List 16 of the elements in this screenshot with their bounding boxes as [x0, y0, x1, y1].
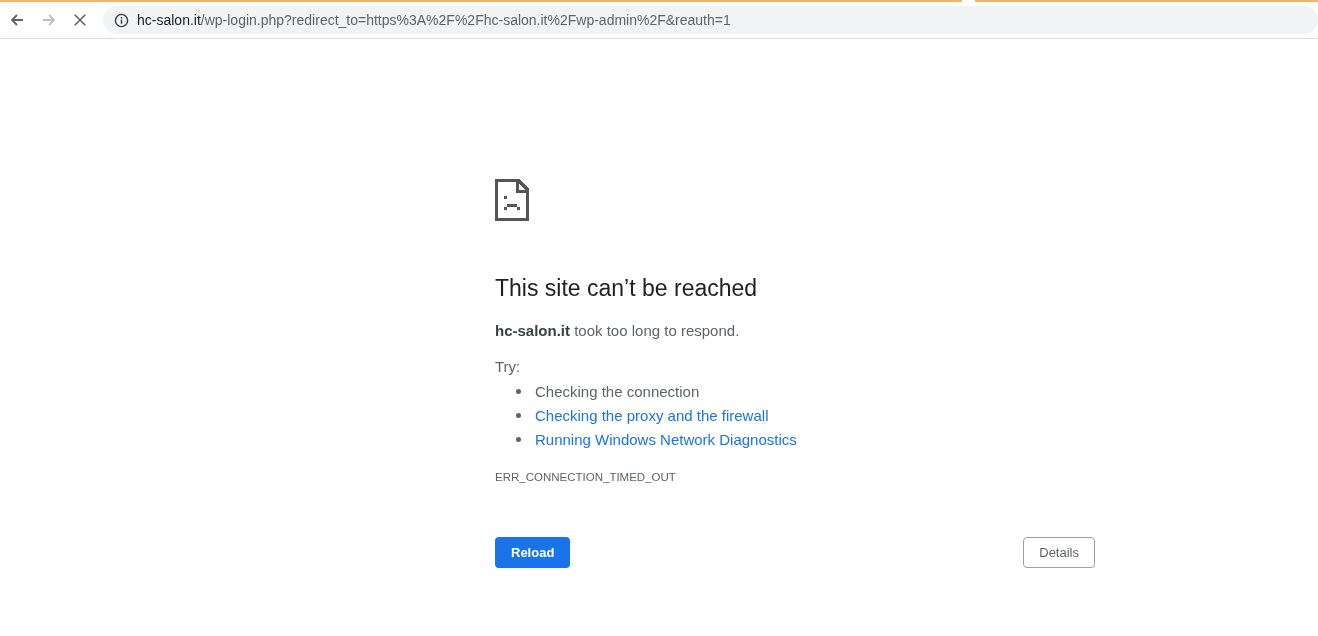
reload-button[interactable]: Reload [495, 537, 571, 568]
stop-icon[interactable] [73, 13, 87, 27]
suggestion-text: Checking the connection [535, 382, 700, 400]
suggestion-link[interactable]: Running Windows Network Diagnostics [535, 430, 797, 448]
info-icon[interactable] [114, 12, 129, 28]
details-button[interactable]: Details [1023, 537, 1095, 568]
try-label: Try: [495, 358, 522, 375]
url-path: /wp-login.php?redirect_to=https%3A%2F%2Fhc-salon.it%2Fwp-admin%2F&reauth=1 [200, 12, 731, 28]
back-icon[interactable] [9, 12, 25, 28]
error-heading: This site can’t be reached [495, 275, 759, 302]
error-code: ERR_CONNECTION_TIMED_OUT [495, 471, 677, 483]
sad-page-icon [495, 179, 529, 221]
error-summary: hc-salon.it took too long to respond. [495, 322, 741, 339]
url-host: hc-salon.it [137, 12, 201, 28]
suggestion-link[interactable]: Checking the proxy and the firewall [535, 406, 769, 424]
address-bar[interactable]: hc-salon.it/wp-login.php?redirect_to=https%3A%2F%2Fhc-salon.it%2Fwp-admin%2F&reauth=1 [103, 6, 1318, 34]
